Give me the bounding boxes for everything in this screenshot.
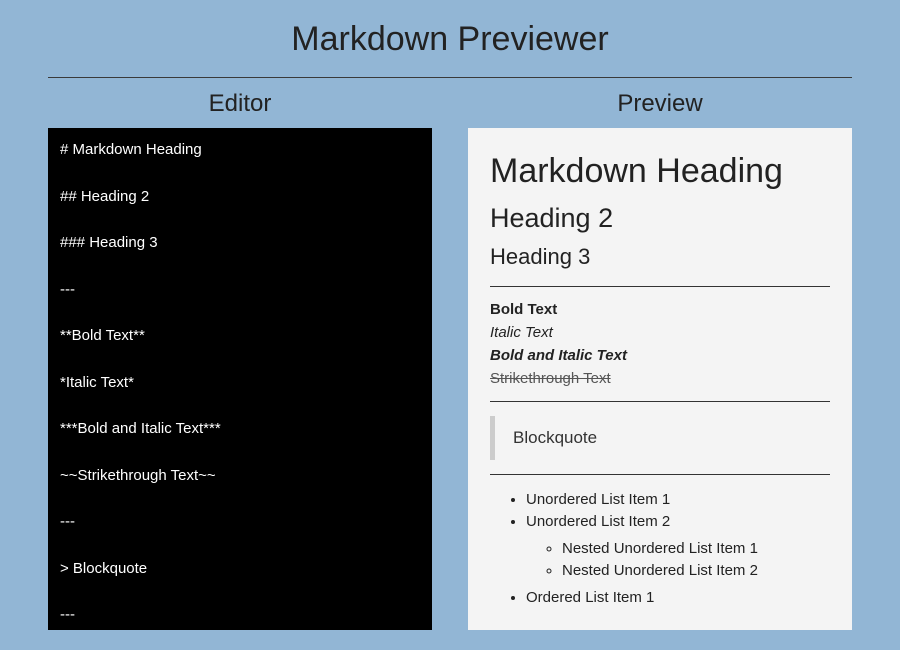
- preview-ul: Unordered List Item 1 Unordered List Ite…: [490, 489, 830, 608]
- list-item: Ordered List Item 1: [526, 587, 830, 608]
- preview-hr-1: [490, 286, 830, 287]
- list-item: Unordered List Item 2 Nested Unordered L…: [526, 511, 830, 581]
- title-divider: [48, 77, 852, 78]
- preview-blockquote: Blockquote: [490, 416, 830, 460]
- list-item: Nested Unordered List Item 1: [562, 538, 830, 559]
- preview-strike: Strikethrough Text: [490, 370, 611, 387]
- preview-h3: Heading 3: [490, 244, 830, 270]
- page-title: Markdown Previewer: [48, 10, 852, 77]
- editor-pane: Editor: [48, 90, 432, 630]
- list-item: Nested Unordered List Item 2: [562, 560, 830, 581]
- preview-ul-nested: Nested Unordered List Item 1 Nested Unor…: [526, 538, 830, 581]
- editor-textarea[interactable]: [48, 128, 432, 630]
- panes-row: Editor Preview Markdown Heading Heading …: [48, 90, 852, 630]
- app-root: Markdown Previewer Editor Preview Markdo…: [0, 0, 900, 650]
- preview-heading: Preview: [468, 90, 852, 118]
- preview-h1: Markdown Heading: [490, 152, 830, 191]
- editor-heading: Editor: [48, 90, 432, 118]
- preview-bold: Bold Text: [490, 301, 557, 318]
- list-item-label: Unordered List Item 2: [526, 513, 670, 530]
- preview-h2: Heading 2: [490, 203, 830, 234]
- preview-pane: Preview Markdown Heading Heading 2 Headi…: [468, 90, 852, 630]
- list-item: Unordered List Item 1: [526, 489, 830, 510]
- preview-italic: Italic Text: [490, 324, 553, 341]
- preview-hr-3: [490, 474, 830, 475]
- preview-bold-italic: Bold and Italic Text: [490, 347, 627, 364]
- preview-hr-2: [490, 401, 830, 402]
- preview-output[interactable]: Markdown Heading Heading 2 Heading 3 Bol…: [468, 128, 852, 630]
